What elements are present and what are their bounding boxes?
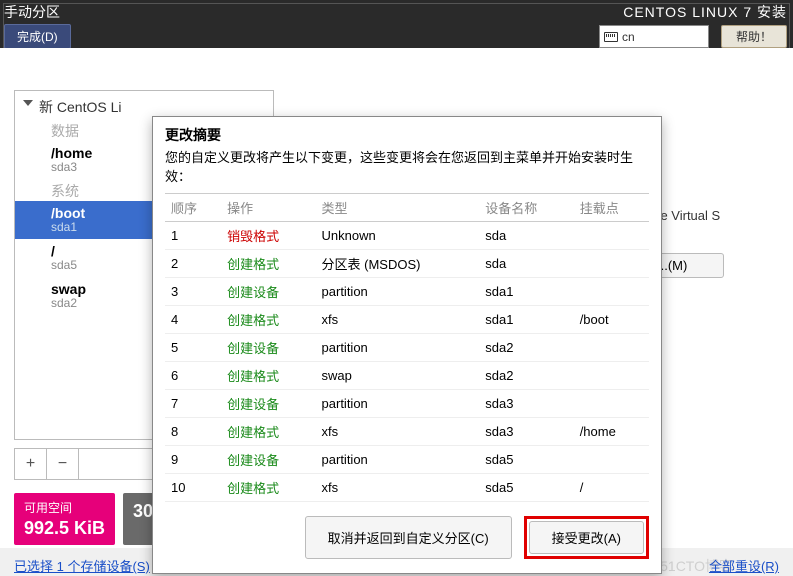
topbar: 手动分区 完成(D) CENTOS LINUX 7 安装 cn 帮助！	[0, 0, 793, 48]
cell-action: 创建设备	[221, 334, 315, 362]
cell-mount	[574, 390, 649, 418]
dialog-title: 更改摘要	[153, 117, 661, 147]
cell-type: partition	[316, 446, 480, 474]
col-action: 操作	[221, 194, 315, 222]
cell-mount	[574, 362, 649, 390]
cell-action: 销毁格式	[221, 222, 315, 250]
col-order: 顺序	[165, 194, 221, 222]
cell-mount	[574, 222, 649, 250]
accept-changes-button[interactable]: 接受更改(A)	[529, 521, 644, 554]
cell-device: sda1	[479, 278, 573, 306]
cell-type: partition	[316, 278, 480, 306]
cell-mount	[574, 446, 649, 474]
cell-mount	[574, 334, 649, 362]
cell-mount	[574, 250, 649, 278]
cell-action: 创建设备	[221, 390, 315, 418]
table-row[interactable]: 1销毁格式Unknownsda	[165, 222, 649, 250]
available-space-chip: 可用空间 992.5 KiB	[14, 493, 115, 545]
cell-device: sda2	[479, 334, 573, 362]
cell-order: 4	[165, 306, 221, 334]
table-row[interactable]: 2创建格式分区表 (MSDOS)sda	[165, 250, 649, 278]
cell-mount: /home	[574, 418, 649, 446]
cell-mount: /boot	[574, 306, 649, 334]
cell-order: 10	[165, 474, 221, 502]
table-row[interactable]: 7创建设备partitionsda3	[165, 390, 649, 418]
cell-type: swap	[316, 362, 480, 390]
cell-action: 创建格式	[221, 250, 315, 278]
remove-partition-button[interactable]: −	[47, 449, 79, 479]
cell-device: sda2	[479, 362, 573, 390]
dialog-subtitle: 您的自定义更改将产生以下变更，这些变更将会在您返回到主菜单并开始安装时生效：	[153, 147, 661, 193]
page-title: 手动分区	[4, 2, 599, 22]
summary-dialog: 更改摘要 您的自定义更改将产生以下变更，这些变更将会在您返回到主菜单并开始安装时…	[152, 116, 662, 574]
table-row[interactable]: 10创建格式xfssda5/	[165, 474, 649, 502]
cell-order: 3	[165, 278, 221, 306]
available-space-label: 可用空间	[24, 501, 72, 515]
keyboard-layout-selector[interactable]: cn	[599, 25, 709, 48]
cell-order: 6	[165, 362, 221, 390]
cell-action: 创建设备	[221, 446, 315, 474]
changes-table: 顺序 操作 类型 设备名称 挂载点 1销毁格式Unknownsda2创建格式分区…	[165, 194, 649, 502]
help-button[interactable]: 帮助！	[721, 25, 787, 48]
installer-title: CENTOS LINUX 7 安装	[599, 2, 787, 22]
cell-device: sda5	[479, 474, 573, 502]
cell-type: partition	[316, 390, 480, 418]
table-row[interactable]: 6创建格式swapsda2	[165, 362, 649, 390]
cell-device: sda1	[479, 306, 573, 334]
cell-type: partition	[316, 334, 480, 362]
cell-mount	[574, 278, 649, 306]
cell-order: 5	[165, 334, 221, 362]
cell-action: 创建格式	[221, 418, 315, 446]
keyboard-icon	[604, 32, 618, 42]
storage-devices-link[interactable]: 已选择 1 个存储设备(S)	[14, 556, 150, 575]
cell-order: 9	[165, 446, 221, 474]
main-area: 新 CentOS Li 数据 /homesda3 系统 /bootsda1/sd…	[0, 48, 793, 548]
cell-order: 8	[165, 418, 221, 446]
cell-order: 2	[165, 250, 221, 278]
cell-type: xfs	[316, 418, 480, 446]
keyboard-layout-label: cn	[622, 30, 635, 44]
table-row[interactable]: 3创建设备partitionsda1	[165, 278, 649, 306]
reset-all-link[interactable]: 全部重设(R)	[709, 556, 779, 575]
cell-device: sda5	[479, 446, 573, 474]
table-row[interactable]: 9创建设备partitionsda5	[165, 446, 649, 474]
col-type: 类型	[316, 194, 480, 222]
cell-mount: /	[574, 474, 649, 502]
cell-device: sda	[479, 222, 573, 250]
cell-device: sda3	[479, 390, 573, 418]
col-mount: 挂载点	[574, 194, 649, 222]
cell-action: 创建格式	[221, 362, 315, 390]
table-row[interactable]: 5创建设备partitionsda2	[165, 334, 649, 362]
cell-action: 创建格式	[221, 474, 315, 502]
accept-highlight: 接受更改(A)	[524, 516, 649, 559]
table-row[interactable]: 8创建格式xfssda3/home	[165, 418, 649, 446]
cell-type: xfs	[316, 474, 480, 502]
cancel-button[interactable]: 取消并返回到自定义分区(C)	[305, 516, 512, 559]
cell-type: xfs	[316, 306, 480, 334]
available-space-value: 992.5 KiB	[24, 518, 105, 539]
cell-order: 1	[165, 222, 221, 250]
cell-type: Unknown	[316, 222, 480, 250]
done-button[interactable]: 完成(D)	[4, 24, 71, 49]
cell-device: sda3	[479, 418, 573, 446]
table-row[interactable]: 4创建格式xfssda1/boot	[165, 306, 649, 334]
add-partition-button[interactable]: +	[15, 449, 47, 479]
cell-action: 创建格式	[221, 306, 315, 334]
cell-order: 7	[165, 390, 221, 418]
cell-action: 创建设备	[221, 278, 315, 306]
cell-type: 分区表 (MSDOS)	[316, 250, 480, 278]
col-device: 设备名称	[479, 194, 573, 222]
cell-device: sda	[479, 250, 573, 278]
